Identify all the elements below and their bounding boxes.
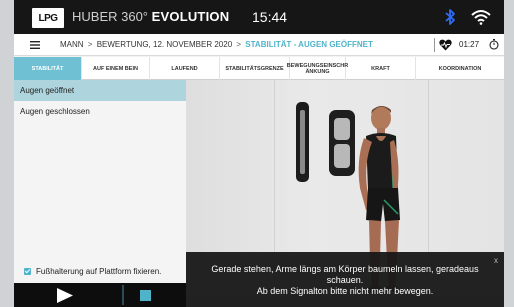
instruction-line: Gerade stehen, Arme längs am Körper baum… (211, 264, 479, 274)
top-bar: LPG HUBER 360° EVOLUTION 15:44 (14, 0, 504, 34)
breadcrumb-separator: > (236, 40, 242, 49)
lpg-logo: LPG (32, 8, 64, 28)
breadcrumb-item-current: STABILITÄT - AUGEN GEÖFFNET (245, 40, 373, 49)
divider (122, 285, 124, 305)
exercise-list: Augen geöffnet Augen geschlossen Fußhalt… (14, 80, 186, 283)
wifi-icon[interactable] (470, 9, 492, 25)
instruction-line: Ab dem Signalton bitte nicht mehr bewege… (256, 286, 434, 296)
clock: 15:44 (252, 9, 288, 25)
divider (434, 38, 435, 52)
heart-rate-icon[interactable] (439, 39, 452, 51)
breadcrumb-item-assessment[interactable]: BEWERTUNG, 12. NOVEMBER 2020 (97, 40, 232, 49)
3d-viewport: x Gerade stehen, Arme längs am Körper ba… (186, 80, 504, 307)
list-item-augen-geoeffnet[interactable]: Augen geöffnet (14, 80, 186, 101)
tab-bewegungseinschraenkung[interactable]: BEWEGUNGSEINSCHR ÄNKUNG (287, 57, 348, 80)
tab-stabilitaetsgrenze[interactable]: STABILITÄTSGRENZE (220, 57, 290, 80)
breadcrumb-bar: MANN > BEWERTUNG, 12. NOVEMBER 2020 > ST… (14, 34, 504, 56)
app-window: LPG HUBER 360° EVOLUTION 15:44 MANN > BE… (14, 0, 504, 307)
session-timer: 01:27 (459, 40, 480, 49)
close-icon[interactable]: x (494, 255, 498, 266)
play-icon[interactable] (57, 288, 73, 303)
tab-laufend[interactable]: LAUFEND (150, 57, 220, 80)
breadcrumb: MANN > BEWERTUNG, 12. NOVEMBER 2020 > ST… (60, 40, 373, 49)
menu-icon[interactable] (30, 41, 40, 49)
bluetooth-icon[interactable] (444, 8, 456, 26)
tab-koordination[interactable]: KOORDINATION (416, 57, 504, 80)
breadcrumb-item-patient[interactable]: MANN (60, 40, 84, 49)
tab-auf-einem-bein[interactable]: AUF EINEM BEIN (82, 57, 150, 80)
breadcrumb-separator: > (87, 40, 93, 49)
tab-stabilitaet[interactable]: STABILITÄT (14, 57, 82, 80)
instruction-overlay: x Gerade stehen, Arme längs am Körper ba… (186, 252, 504, 307)
device-handle-right-icon (329, 110, 355, 176)
app-title: HUBER 360° EVOLUTION (72, 9, 229, 24)
brand-prefix: HUBER 360° (72, 9, 149, 24)
fixation-option[interactable]: Fußhalterung auf Plattform fixieren. (14, 262, 186, 280)
instruction-line: schauen. (326, 275, 364, 285)
fixation-label: Fußhalterung auf Plattform fixieren. (36, 266, 162, 276)
tab-kraft[interactable]: KRAFT (346, 57, 416, 80)
stopwatch-icon[interactable] (489, 39, 499, 50)
stop-icon[interactable] (140, 290, 151, 301)
fixation-checkbox[interactable] (24, 267, 31, 275)
playback-controls (14, 283, 186, 307)
device-handle-left-icon (296, 102, 309, 182)
category-tabs: STABILITÄT AUF EINEM BEIN LAUFEND STABIL… (14, 57, 504, 80)
list-item-augen-geschlossen[interactable]: Augen geschlossen (14, 101, 186, 122)
brand-name: EVOLUTION (151, 9, 230, 24)
